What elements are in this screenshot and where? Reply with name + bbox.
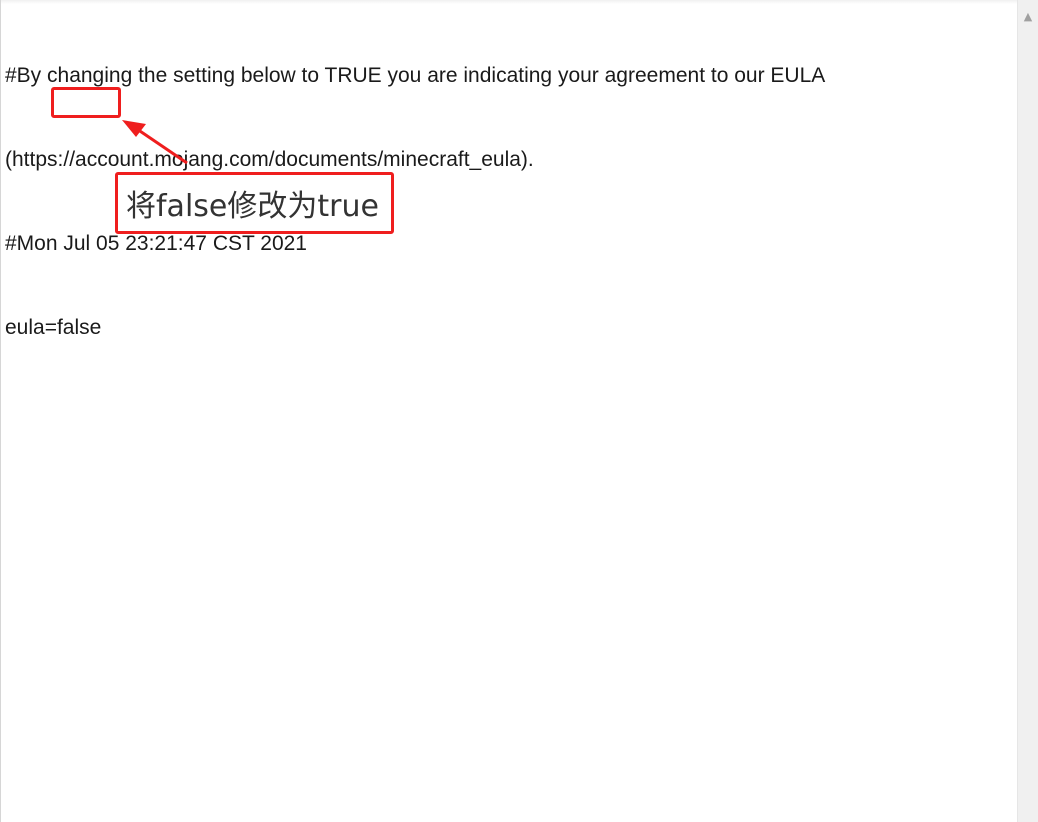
vertical-scrollbar[interactable]: ▲ — [1017, 0, 1038, 822]
text-line-1: #By changing the setting below to TRUE y… — [5, 64, 826, 87]
text-editor-window: #By changing the setting below to TRUE y… — [0, 0, 1038, 822]
chevron-up-icon[interactable]: ▲ — [1018, 6, 1038, 26]
callout-text: 将false修改为true — [126, 189, 379, 224]
text-line-2: (https://account.mojang.com/documents/mi… — [5, 148, 534, 171]
callout-box: 将false修改为true — [115, 172, 394, 234]
editor-left-border — [0, 0, 1, 822]
text-line-3: #Mon Jul 05 23:21:47 CST 2021 — [5, 232, 307, 255]
text-editor-area[interactable]: #By changing the setting below to TRUE y… — [5, 6, 1013, 822]
highlight-box-false — [51, 87, 121, 118]
text-line-4: eula=false — [5, 316, 102, 339]
window-top-edge — [0, 0, 1038, 4]
